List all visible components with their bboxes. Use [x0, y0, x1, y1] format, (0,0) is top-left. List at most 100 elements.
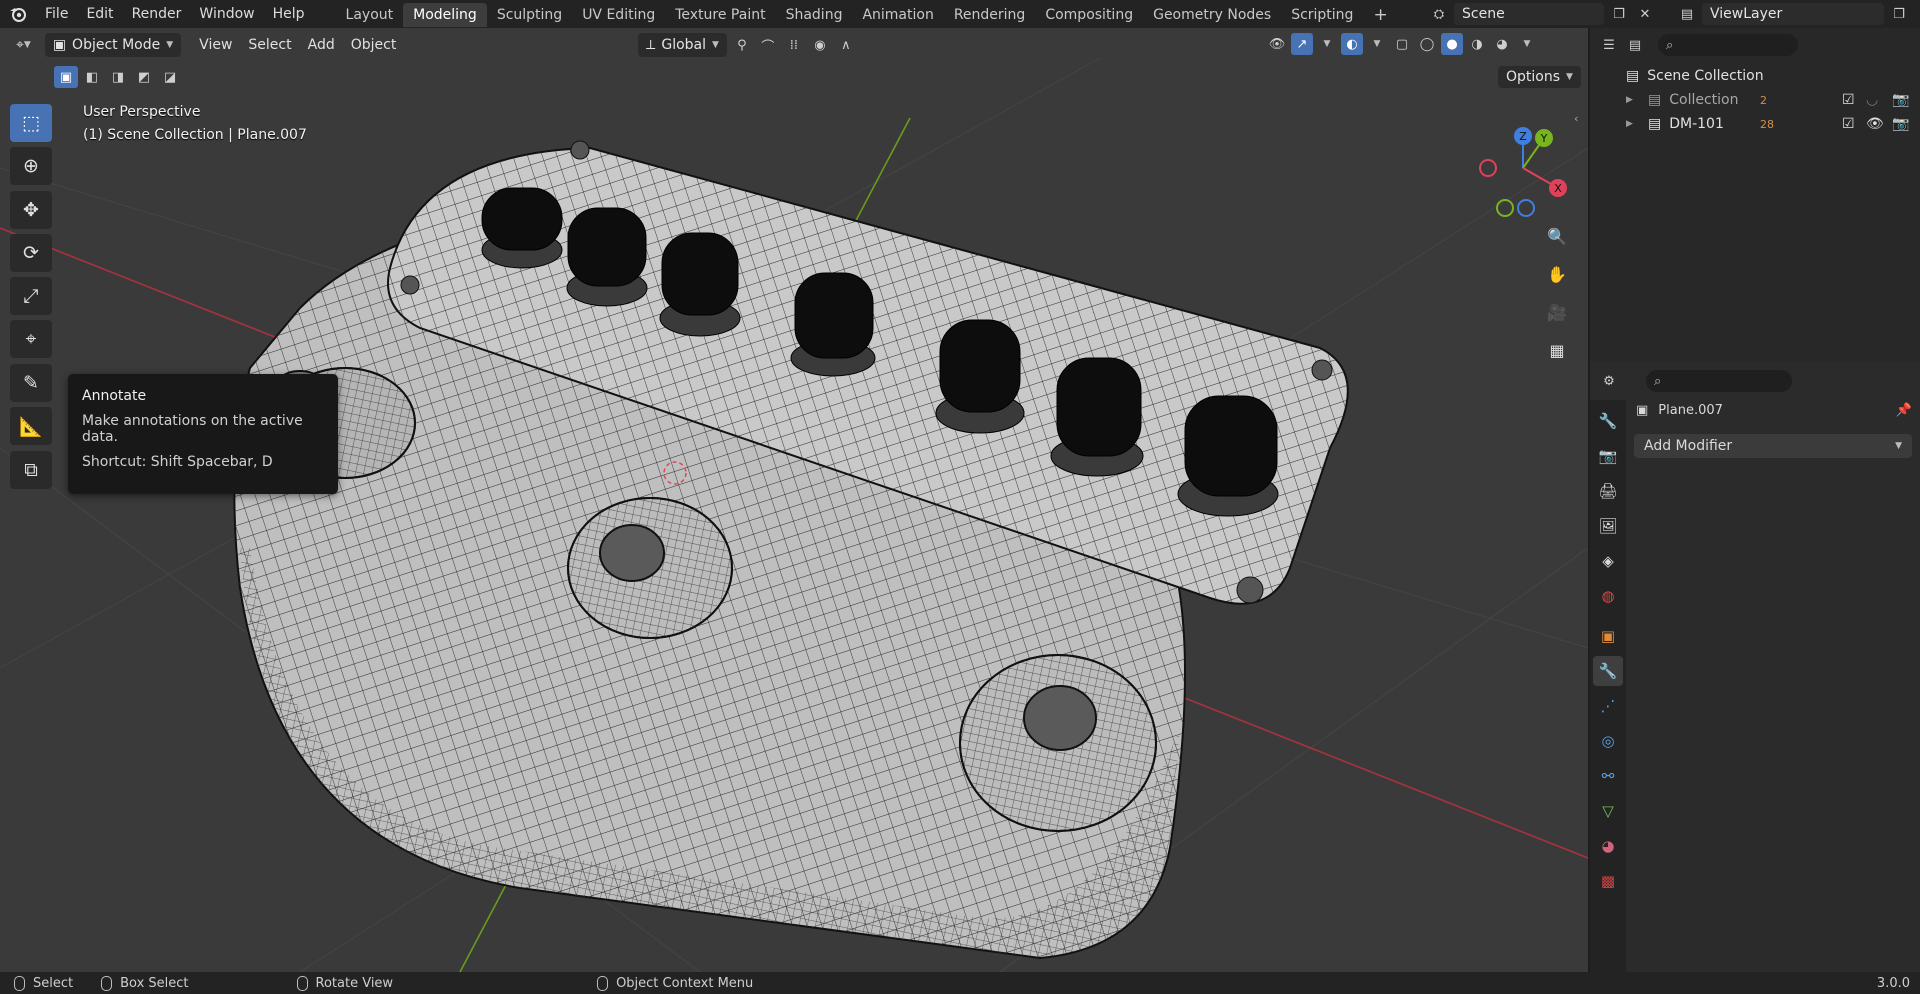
solid-shading-icon[interactable]: ●	[1441, 33, 1463, 55]
outliner-item-dm-101[interactable]: ▶ ▤ DM-101 28 ☑ 👁 📷	[1590, 112, 1920, 136]
menu-edit[interactable]: Edit	[77, 0, 122, 28]
scene-tab-icon[interactable]: ◈	[1593, 546, 1623, 576]
visibility-icon[interactable]: 👁	[1266, 33, 1288, 55]
snap-icon[interactable]: ⌒	[757, 34, 779, 56]
select-new-icon[interactable]: ▣	[54, 66, 78, 88]
transform-tool-icon[interactable]: ⌖	[10, 320, 52, 358]
particles-tab-icon[interactable]: ⋰	[1593, 691, 1623, 721]
3d-viewport[interactable]: ⌖ ▼ ▣ Object Mode ▼ View Select Add Obje…	[0, 28, 1588, 972]
scale-tool-icon[interactable]: ⤢	[10, 277, 52, 315]
add-modifier-dropdown[interactable]: Add Modifier ▼	[1634, 434, 1912, 458]
object-name[interactable]: Plane.007	[1658, 403, 1723, 418]
tab-animation[interactable]: Animation	[852, 3, 943, 27]
tab-layout[interactable]: Layout	[336, 3, 404, 27]
menu-render[interactable]: Render	[123, 0, 191, 28]
blender-logo-icon[interactable]	[0, 0, 36, 28]
menu-window[interactable]: Window	[190, 0, 263, 28]
render-camera-icon[interactable]: 📷	[1892, 92, 1909, 108]
chevron-down-icon[interactable]: ▼	[1366, 33, 1388, 55]
object-menu[interactable]: Object	[343, 33, 405, 57]
scene-icon[interactable]: ⛭	[1428, 3, 1450, 25]
annotate-tool-icon[interactable]: ✎	[10, 364, 52, 402]
rotate-tool-icon[interactable]: ⟳	[10, 234, 52, 272]
render-tab-icon[interactable]: 📷	[1593, 441, 1623, 471]
mode-dropdown[interactable]: ▣ Object Mode ▼	[44, 33, 182, 57]
object-tab-icon[interactable]: ▣	[1593, 621, 1623, 651]
view-layer-tab-icon[interactable]: 🖼	[1593, 511, 1623, 541]
tab-scripting[interactable]: Scripting	[1281, 3, 1363, 27]
properties-editor-icon[interactable]: ⚙	[1598, 370, 1620, 392]
chevron-down-icon[interactable]: ▼	[1516, 33, 1538, 55]
delete-view-layer-icon[interactable]: ✕	[1914, 3, 1920, 25]
add-cube-tool-icon[interactable]: ⧉	[10, 451, 52, 489]
rendered-shading-icon[interactable]: ◕	[1491, 33, 1513, 55]
editor-type-icon[interactable]: ⌖ ▼	[8, 33, 39, 57]
render-camera-icon[interactable]: 📷	[1892, 116, 1909, 132]
wireframe-shading-icon[interactable]: ◯	[1416, 33, 1438, 55]
tab-texture-paint[interactable]: Texture Paint	[665, 3, 775, 27]
options-dropdown[interactable]: Options ▼	[1498, 66, 1581, 88]
tab-sculpting[interactable]: Sculpting	[487, 3, 572, 27]
snap-grid-icon[interactable]: ⁞⁞	[783, 34, 805, 56]
falloff-icon[interactable]: ∧	[835, 34, 857, 56]
outliner-item-collection[interactable]: ▶ ▤ Collection 2 ☑ ◡ 📷	[1590, 88, 1920, 112]
world-tab-icon[interactable]: ◍	[1593, 581, 1623, 611]
expand-arrow-icon[interactable]: ▶	[1626, 119, 1638, 129]
modifier-tab-icon[interactable]: 🔧	[1593, 656, 1623, 686]
view-menu[interactable]: View	[191, 33, 240, 57]
add-menu[interactable]: Add	[300, 33, 343, 57]
outliner-scene-collection[interactable]: ▤ Scene Collection	[1590, 64, 1920, 88]
tab-shading[interactable]: Shading	[776, 3, 853, 27]
outliner-search-input[interactable]: ⌕	[1658, 34, 1798, 56]
navigation-gizmo[interactable]: Z Y X	[1470, 116, 1580, 226]
exclude-checkbox[interactable]: ☑	[1842, 92, 1855, 108]
hidden-eye-icon[interactable]: ◡	[1866, 92, 1878, 108]
material-shading-icon[interactable]: ◑	[1466, 33, 1488, 55]
pivot-icon[interactable]: ⚲	[731, 34, 753, 56]
properties-search-input[interactable]: ⌕	[1646, 370, 1792, 392]
gizmo-toggle-icon[interactable]: ↗	[1291, 33, 1313, 55]
chevron-down-icon[interactable]: ▼	[1316, 33, 1338, 55]
delete-scene-icon[interactable]: ✕	[1634, 3, 1656, 25]
select-box-tool-icon[interactable]: ⬚	[10, 104, 52, 142]
tab-compositing[interactable]: Compositing	[1035, 3, 1143, 27]
cursor-tool-icon[interactable]: ⊕	[10, 147, 52, 185]
xray-icon[interactable]: ▢	[1391, 33, 1413, 55]
material-tab-icon[interactable]: ◕	[1593, 831, 1623, 861]
tab-uv-editing[interactable]: UV Editing	[572, 3, 665, 27]
new-scene-icon[interactable]: ❐	[1608, 3, 1630, 25]
menu-help[interactable]: Help	[264, 0, 314, 28]
new-view-layer-icon[interactable]: ❐	[1888, 3, 1910, 25]
move-tool-icon[interactable]: ✥	[10, 191, 52, 229]
orientation-dropdown[interactable]: ⟂ Global ▼	[638, 33, 727, 57]
select-extend-icon[interactable]: ◧	[80, 66, 104, 88]
pin-icon[interactable]: 📌	[1896, 403, 1912, 418]
measure-tool-icon[interactable]: 📐	[10, 407, 52, 445]
view-layer-name-field[interactable]: ViewLayer	[1702, 3, 1884, 25]
menu-file[interactable]: File	[36, 0, 77, 28]
output-tab-icon[interactable]: 🖨	[1593, 476, 1623, 506]
view-layer-icon[interactable]: ▤	[1676, 3, 1698, 25]
constraints-tab-icon[interactable]: ⚯	[1593, 761, 1623, 791]
tool-tab-icon[interactable]: 🔧	[1593, 406, 1623, 436]
collapse-sidebar-icon[interactable]: ‹	[1574, 112, 1578, 125]
overlay-toggle-icon[interactable]: ◐	[1341, 33, 1363, 55]
exclude-checkbox[interactable]: ☑	[1842, 116, 1855, 132]
pan-hand-icon[interactable]: ✋	[1542, 259, 1572, 289]
tab-modeling[interactable]: Modeling	[403, 3, 487, 27]
physics-tab-icon[interactable]: ◎	[1593, 726, 1623, 756]
outliner-editor-icon[interactable]: ☰	[1598, 34, 1620, 56]
zoom-icon[interactable]: 🔍	[1542, 221, 1572, 251]
proportional-edit-icon[interactable]: ◉	[809, 34, 831, 56]
scene-name-field[interactable]: Scene	[1454, 3, 1604, 25]
select-subtract-icon[interactable]: ◨	[106, 66, 130, 88]
expand-arrow-icon[interactable]: ▶	[1626, 95, 1638, 105]
eye-icon[interactable]: 👁	[1866, 116, 1884, 132]
display-mode-icon[interactable]: ▤	[1624, 34, 1646, 56]
data-tab-icon[interactable]: ▽	[1593, 796, 1623, 826]
select-intersect-icon[interactable]: ◪	[158, 66, 182, 88]
tab-geometry-nodes[interactable]: Geometry Nodes	[1143, 3, 1281, 27]
select-invert-icon[interactable]: ◩	[132, 66, 156, 88]
select-menu[interactable]: Select	[240, 33, 299, 57]
tab-rendering[interactable]: Rendering	[944, 3, 1036, 27]
